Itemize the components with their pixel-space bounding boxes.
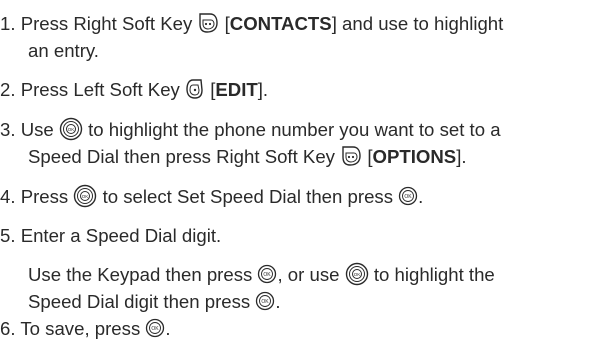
step-1-line-1: 1. Press Right Soft Key [CONTACTS] and u…	[0, 12, 504, 34]
step-5-line-2: Use the Keypad then press OK , or use OK…	[28, 262, 495, 288]
svg-text:OK: OK	[68, 127, 75, 132]
svg-text:OK: OK	[264, 272, 272, 278]
svg-text:OK: OK	[262, 299, 270, 305]
step-text: Press Right Soft Key	[20, 13, 193, 34]
step-5-line-1: 5. Enter a Speed Dial digit.	[0, 225, 221, 247]
step-text: .	[165, 318, 171, 339]
step-text: to highlight the phone number you want t…	[88, 119, 501, 140]
step-text: Use the Keypad then press	[28, 264, 253, 285]
step-text: Press Left Soft Key	[20, 79, 180, 100]
navigation-key-icon: OK	[345, 262, 369, 286]
step-4-line-1: 4. Press OK to select Set Speed Dial the…	[0, 184, 424, 210]
navigation-key-icon: OK	[59, 117, 83, 141]
step-text: and use to highlight	[342, 13, 504, 34]
step-text: Speed Dial digit then press	[28, 291, 251, 312]
step-text: To save, press	[20, 318, 141, 339]
left-soft-key-icon	[185, 78, 205, 100]
step-number: 3.	[0, 119, 16, 140]
step-number: 2.	[0, 79, 16, 100]
right-soft-key-icon	[197, 12, 219, 34]
navigation-key-icon: OK	[73, 184, 97, 208]
svg-text:OK: OK	[405, 194, 413, 200]
step-text: Press	[20, 186, 69, 207]
ok-key-icon: OK	[145, 318, 165, 338]
step-text: .	[262, 79, 269, 100]
step-text: .	[461, 146, 467, 167]
step-text: to highlight the	[373, 264, 495, 285]
ok-key-icon: OK	[257, 264, 277, 284]
instructions: 1. Press Right Soft Key [CONTACTS] and u…	[0, 0, 591, 342]
ok-key-icon: OK	[255, 291, 275, 311]
step-1-line-2: an entry.	[28, 40, 99, 61]
svg-text:OK: OK	[353, 272, 360, 277]
step-5-line-3: Speed Dial digit then press OK .	[28, 291, 281, 313]
step-number: 6.	[0, 318, 16, 339]
step-6-line-1: 6. To save, press OK .	[0, 318, 171, 340]
svg-text:OK: OK	[82, 194, 89, 199]
step-2-line-1: 2. Press Left Soft Key [EDIT].	[0, 78, 269, 100]
step-text: Use	[20, 119, 54, 140]
step-text: .	[275, 291, 281, 312]
step-3-line-1: 3. Use OK to highlight the phone number …	[0, 117, 501, 143]
step-number: 1.	[0, 13, 16, 34]
step-3-line-2: Speed Dial then press Right Soft Key [OP…	[28, 145, 467, 167]
step-text: .	[418, 186, 424, 207]
step-text: Enter a Speed Dial digit.	[20, 225, 222, 246]
step-number: 5.	[0, 225, 16, 246]
key-label: CONTACTS	[229, 13, 332, 34]
key-label: OPTIONS	[372, 146, 457, 167]
step-number: 4.	[0, 186, 16, 207]
key-label: EDIT	[215, 79, 258, 100]
step-text: to select Set Speed Dial then press	[102, 186, 393, 207]
svg-text:OK: OK	[152, 326, 160, 332]
step-text: Speed Dial then press Right Soft Key	[28, 146, 335, 167]
right-soft-key-icon	[340, 145, 362, 167]
ok-key-icon: OK	[398, 186, 418, 206]
step-text: , or use	[277, 264, 340, 285]
